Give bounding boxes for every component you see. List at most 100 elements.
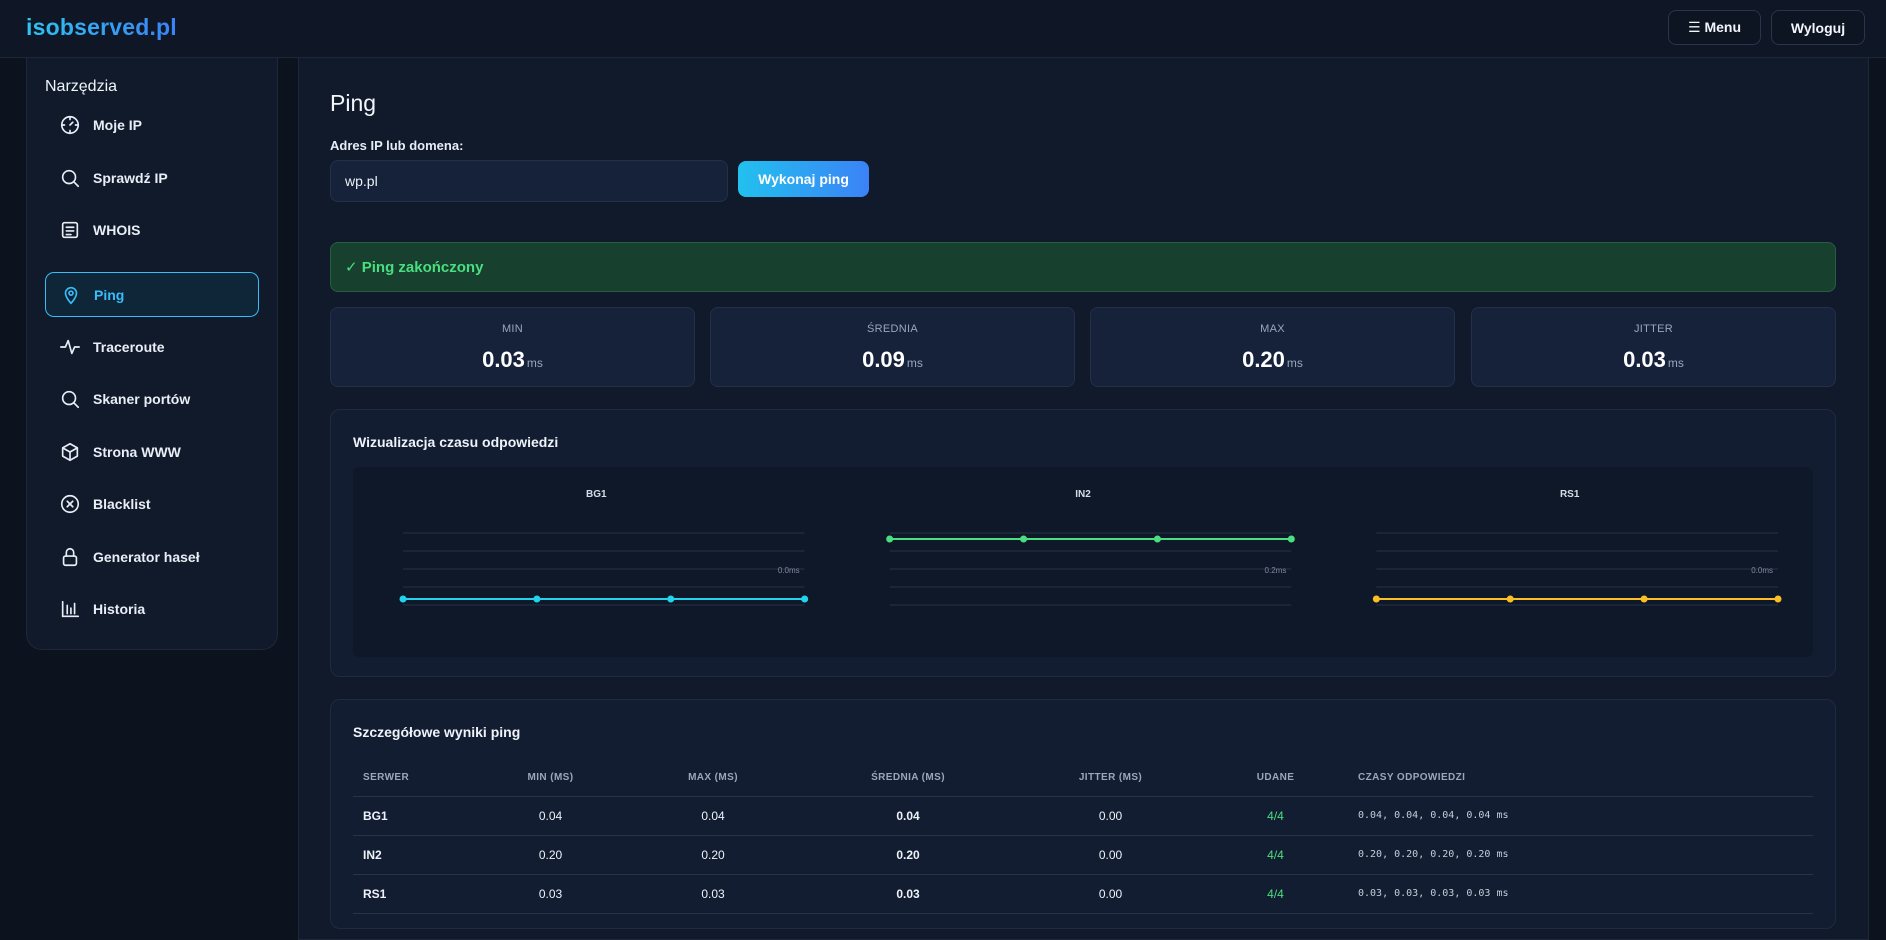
data-point <box>667 595 675 603</box>
cell-response-times: 0.04, 0.04, 0.04, 0.04 ms <box>1348 796 1813 836</box>
column-header: SERWER <box>353 760 473 797</box>
top-bar: isobserved.pl ☰ Menu Wyloguj <box>0 0 1886 58</box>
document-icon <box>59 219 81 241</box>
data-point <box>1287 535 1295 543</box>
sidebar-item-skaner-portow[interactable]: Skaner portów <box>45 376 259 421</box>
cell-success: 4/4 <box>1203 835 1348 875</box>
cell-server: BG1 <box>353 796 473 836</box>
data-point <box>1774 595 1782 603</box>
scale-label: 0.0ms <box>1751 566 1773 575</box>
sidebar-item-label: Skaner portów <box>93 390 191 407</box>
x-circle-icon <box>59 493 81 515</box>
data-point <box>1372 595 1380 603</box>
address-input[interactable] <box>330 160 728 202</box>
cube-icon <box>59 441 81 463</box>
table-row: BG1 0.04 0.04 0.04 0.00 4/4 0.04, 0.04, … <box>353 796 1813 836</box>
stat-value: 0.03 ms <box>331 347 694 373</box>
stat-unit: ms <box>1667 356 1684 370</box>
cell-jitter: 0.00 <box>1018 874 1203 914</box>
data-point <box>1640 595 1648 603</box>
cell-max: 0.03 <box>628 874 798 914</box>
bar-chart-icon <box>59 598 81 620</box>
sidebar-item-traceroute[interactable]: Traceroute <box>45 324 259 369</box>
table-header-row: SERWER MIN (MS) MAX (MS) ŚREDNIA (MS) JI… <box>353 760 1813 797</box>
response-time-visualization: Wizualizacja czasu odpowiedzi BG1 0.0ms IN… <box>330 409 1836 677</box>
stat-number: 0.03 <box>482 347 525 372</box>
sidebar-item-label: WHOIS <box>93 221 141 238</box>
cell-min: 0.03 <box>473 874 628 914</box>
stat-label: MIN <box>501 323 524 335</box>
sidebar-item-generator-hasel[interactable]: Generator haseł <box>45 534 259 579</box>
cell-jitter: 0.00 <box>1018 835 1203 875</box>
sidebar-item-ping[interactable]: Ping <box>45 272 259 317</box>
logout-button[interactable]: Wyloguj <box>1771 10 1865 45</box>
column-header: CZASY ODPOWIEDZI <box>1348 760 1813 797</box>
stat-card-jitter: JITTER 0.03 ms <box>1471 307 1836 387</box>
stat-unit: ms <box>906 356 923 370</box>
sidebar-item-label: Traceroute <box>93 338 165 355</box>
site-logo[interactable]: isobserved.pl <box>26 14 177 41</box>
cell-success: 4/4 <box>1203 874 1348 914</box>
stat-card-average: ŚREDNIA 0.09 ms <box>710 307 1075 387</box>
sidebar-item-strona-www[interactable]: Strona WWW <box>45 429 259 474</box>
data-point <box>1020 535 1028 543</box>
sidebar-item-whois[interactable]: WHOIS <box>45 207 259 252</box>
main-panel: Ping Adres IP lub domena: Wykonaj ping ✓… <box>298 58 1869 940</box>
stat-card-min: MIN 0.03 ms <box>330 307 695 387</box>
map-pin-icon <box>60 284 82 306</box>
sidebar-item-label: Moje IP <box>93 116 143 133</box>
cell-max: 0.04 <box>628 796 798 836</box>
stat-value: 0.09 ms <box>711 347 1074 373</box>
stat-unit: ms <box>1286 356 1303 370</box>
results-table: SERWER MIN (MS) MAX (MS) ŚREDNIA (MS) JI… <box>353 760 1813 914</box>
page-title: Ping <box>330 90 377 116</box>
scale-label: 0.2ms <box>1265 566 1287 575</box>
table-row: IN2 0.20 0.20 0.20 0.00 4/4 0.20, 0.20, … <box>353 835 1813 875</box>
stat-number: 0.03 <box>1623 347 1666 372</box>
cell-max: 0.20 <box>628 835 798 875</box>
search-icon <box>59 388 81 410</box>
stat-number: 0.09 <box>862 347 905 372</box>
stat-label: JITTER <box>1633 323 1674 335</box>
stat-card-max: MAX 0.20 ms <box>1090 307 1455 387</box>
sidebar-item-label: Historia <box>93 600 146 617</box>
lock-icon <box>59 546 81 568</box>
sidebar-item-historia[interactable]: Historia <box>45 586 259 631</box>
sidebar-item-label: Sprawdź IP <box>93 169 168 186</box>
column-header: UDANE <box>1203 760 1348 797</box>
stat-value: 0.20 ms <box>1091 347 1454 373</box>
scale-label: 0.0ms <box>778 566 800 575</box>
chart-title: IN2 <box>1075 489 1091 500</box>
sidebar-item-blacklist[interactable]: Blacklist <box>45 481 259 526</box>
sidebar-item-label: Ping <box>94 286 125 303</box>
menu-button[interactable]: ☰ Menu <box>1668 10 1761 45</box>
search-icon <box>59 167 81 189</box>
data-point <box>1153 535 1161 543</box>
viz-title: Wizualizacja czasu odpowiedzi <box>353 434 559 450</box>
sidebar-item-moje-ip[interactable]: Moje IP <box>45 102 259 147</box>
cell-success: 4/4 <box>1203 796 1348 836</box>
run-ping-button[interactable]: Wykonaj ping <box>738 161 869 197</box>
data-point <box>801 595 809 603</box>
cell-average: 0.03 <box>798 874 1018 914</box>
stat-number: 0.20 <box>1242 347 1285 372</box>
column-header: ŚREDNIA (MS) <box>798 760 1018 797</box>
data-point <box>399 595 407 603</box>
stat-label: MAX <box>1260 323 1285 335</box>
address-label: Adres IP lub domena: <box>330 138 464 153</box>
sidebar: Narzędzia Moje IP Sprawdź IP WHOIS Ping … <box>26 58 278 650</box>
data-point <box>533 595 541 603</box>
sidebar-item-label: Generator haseł <box>93 548 200 565</box>
stat-value: 0.03 ms <box>1472 347 1835 373</box>
sidebar-item-label: Strona WWW <box>93 443 181 460</box>
cell-response-times: 0.03, 0.03, 0.03, 0.03 ms <box>1348 874 1813 914</box>
success-alert: ✓ Ping zakończony <box>330 242 1836 292</box>
cell-server: IN2 <box>353 835 473 875</box>
response-time-charts: BG1 0.0ms IN2 0.2ms RS1 0.0ms <box>399 489 1782 606</box>
stat-label: ŚREDNIA <box>867 323 918 335</box>
table-row: RS1 0.03 0.03 0.03 0.00 4/4 0.03, 0.03, … <box>353 874 1813 914</box>
cell-server: RS1 <box>353 874 473 914</box>
activity-icon <box>59 336 81 358</box>
sidebar-item-sprawdz-ip[interactable]: Sprawdź IP <box>45 155 259 200</box>
cell-average: 0.04 <box>798 796 1018 836</box>
